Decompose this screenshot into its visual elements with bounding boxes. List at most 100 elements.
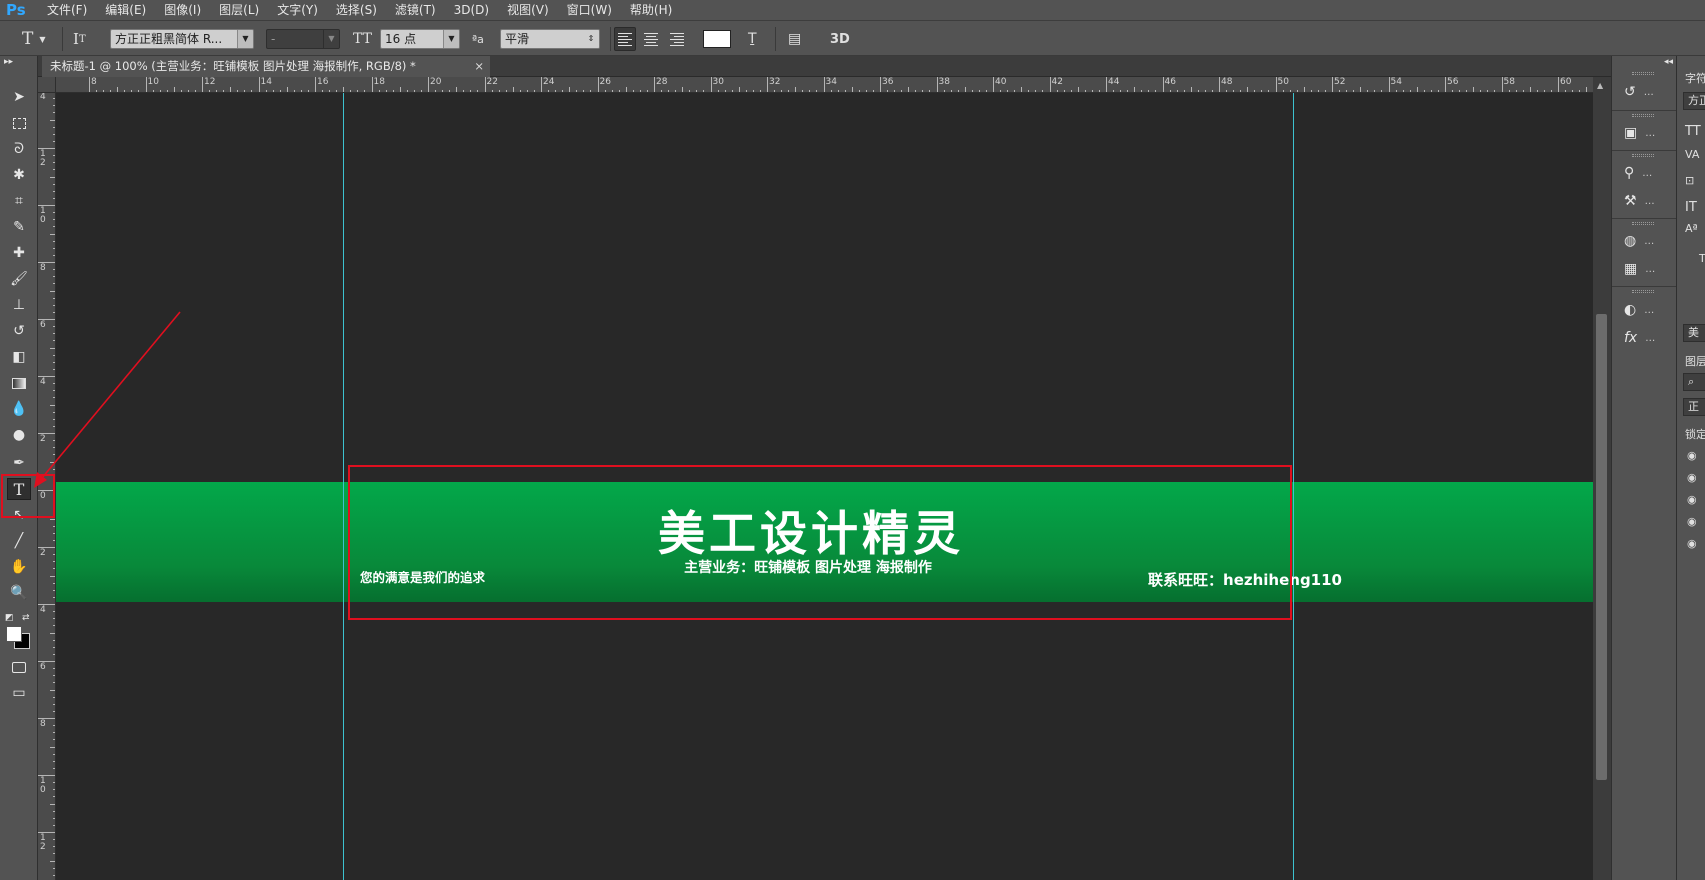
hand-tool-icon[interactable]: ✋ xyxy=(7,556,31,578)
panel-font-family-field[interactable]: 方正 xyxy=(1683,92,1705,110)
align-left-button[interactable] xyxy=(614,27,636,51)
menu-filter[interactable]: 滤镜(T) xyxy=(386,0,445,20)
toggle-text-orientation-icon[interactable]: IT xyxy=(73,29,86,49)
3d-button[interactable]: 3D xyxy=(830,29,850,49)
ruler-label: 10 xyxy=(40,206,46,225)
menu-view[interactable]: 视图(V) xyxy=(498,0,558,20)
ruler-tick xyxy=(38,547,55,548)
dock-grip[interactable] xyxy=(1632,114,1654,117)
close-icon[interactable]: × xyxy=(474,56,484,77)
guide-line[interactable] xyxy=(343,93,344,880)
ruler-tick xyxy=(1106,77,1107,92)
adjustments-panel-button[interactable]: ◐… xyxy=(1624,299,1672,321)
menu-help[interactable]: 帮助(H) xyxy=(621,0,681,20)
photoshop-logo: Ps xyxy=(6,1,26,19)
foreground-color-swatch[interactable] xyxy=(6,626,22,642)
swap-colors-icon[interactable]: ⇄ xyxy=(22,613,30,623)
magic-wand-tool-icon[interactable]: ✱ xyxy=(7,164,31,186)
gradient-tool-icon[interactable] xyxy=(7,372,31,394)
menu-type[interactable]: 文字(Y) xyxy=(268,0,327,20)
visibility-eye-icon[interactable]: ◉ xyxy=(1687,493,1697,506)
marquee-tool-icon[interactable] xyxy=(7,112,31,134)
properties-panel-button[interactable]: ▣… xyxy=(1624,122,1672,144)
tool-presets-panel-button[interactable]: ⚒… xyxy=(1624,190,1672,212)
font-family-select[interactable]: 方正正粗黑简体 R... ▼ xyxy=(110,29,254,49)
eyedropper-tool-icon[interactable]: ✎ xyxy=(7,216,31,238)
scroll-up-icon[interactable]: ▲ xyxy=(1597,81,1603,90)
ruler-tick xyxy=(202,77,203,92)
chevron-down-icon: ▼ xyxy=(237,30,253,48)
align-right-button[interactable] xyxy=(666,27,688,51)
move-tool-icon[interactable]: ➤ xyxy=(7,86,31,108)
horizontal-ruler[interactable]: 8 10 12 14 16 18 20 22 24 26 28 30 32 34 36 38 40 42 44 46 4… xyxy=(56,77,1593,93)
antialias-select[interactable]: 平滑 ⇕ xyxy=(500,29,600,49)
ruler-label: 28 xyxy=(656,77,668,87)
menu-image[interactable]: 图像(I) xyxy=(155,0,210,20)
layer-search-field[interactable]: ⌕ xyxy=(1683,373,1705,391)
dock-collapse-icon[interactable]: ◂◂ xyxy=(1664,57,1673,67)
history-panel-button[interactable]: ↺… xyxy=(1624,81,1672,103)
visibility-eye-icon[interactable]: ◉ xyxy=(1687,471,1697,484)
document-canvas[interactable]: 美工设计精灵 主营业务：旺铺模板 图片处理 海报制作 您的满意是我们的追求 联系… xyxy=(56,93,1593,880)
screen-mode-icon[interactable]: ▭ xyxy=(7,682,31,704)
pen-tool-icon[interactable]: ✒ xyxy=(7,452,31,474)
visibility-eye-icon[interactable]: ◉ xyxy=(1687,537,1697,550)
color-panel-button[interactable]: ◍… xyxy=(1624,230,1672,252)
warp-text-icon[interactable]: Ṯ xyxy=(748,29,757,49)
ruler-tick xyxy=(880,77,881,92)
menu-select[interactable]: 选择(S) xyxy=(327,0,386,20)
menu-layer[interactable]: 图层(L) xyxy=(210,0,268,20)
text-color-swatch[interactable] xyxy=(703,30,731,48)
character-panel-toggle-icon[interactable]: ▤ xyxy=(788,29,801,49)
swatches-panel-button[interactable]: ▦… xyxy=(1624,258,1672,280)
ruler-label: 32 xyxy=(769,77,781,87)
healing-brush-tool-icon[interactable]: ✚ xyxy=(7,242,31,264)
ruler-tick xyxy=(1049,77,1051,92)
type-tool-icon[interactable]: T xyxy=(7,478,31,500)
ruler-tick xyxy=(1501,77,1503,92)
styles-panel-button[interactable]: fx… xyxy=(1624,327,1672,349)
blend-mode-select[interactable]: 正 xyxy=(1683,398,1705,416)
quick-mask-icon[interactable] xyxy=(7,656,31,678)
zoom-tool-icon[interactable]: 🔍 xyxy=(7,582,31,604)
dock-grip[interactable] xyxy=(1632,290,1654,293)
type-tool-preset-icon[interactable]: T ▼ xyxy=(22,29,46,49)
vertical-ruler[interactable]: 4 12 10 8 6 4 2 0 2 4 6 8 10 12 xyxy=(38,93,56,880)
scrollbar-thumb[interactable] xyxy=(1596,314,1607,780)
guide-line[interactable] xyxy=(1293,93,1294,880)
font-size-select[interactable]: 16 点 ▼ xyxy=(380,29,460,49)
toolbox-collapse-icon[interactable]: ▸▸ xyxy=(4,57,13,67)
align-center-button[interactable] xyxy=(640,27,662,51)
document-tab[interactable]: 未标题-1 @ 100% (主营业务：旺铺模板 图片处理 海报制作, RGB/8… xyxy=(42,56,490,77)
ruler-label: 54 xyxy=(1390,77,1402,87)
brush-tool-icon[interactable]: 🖌 xyxy=(7,268,31,290)
ruler-tick xyxy=(654,77,655,92)
character-panel-tab[interactable]: 字符 xyxy=(1685,70,1705,86)
dock-grip[interactable] xyxy=(1632,72,1654,75)
history-brush-tool-icon[interactable]: ↺ xyxy=(7,320,31,342)
path-selection-tool-icon[interactable]: ↖ xyxy=(7,504,31,526)
crop-tool-icon[interactable]: ⌗ xyxy=(7,190,31,212)
palette-icon: ◍ xyxy=(1624,233,1637,249)
lasso-tool-icon[interactable]: ᘐ xyxy=(7,138,31,160)
dodge-tool-icon[interactable]: ● xyxy=(7,424,31,446)
default-colors-icon[interactable]: ◩ xyxy=(5,613,14,623)
layers-panel-tab[interactable]: 图层 xyxy=(1685,353,1705,369)
menu-file[interactable]: 文件(F) xyxy=(38,0,96,20)
font-style-select[interactable]: - ▼ xyxy=(266,29,340,49)
visibility-eye-icon[interactable]: ◉ xyxy=(1687,449,1697,462)
brush-presets-panel-button[interactable]: ⚲… xyxy=(1624,162,1672,184)
menu-window[interactable]: 窗口(W) xyxy=(558,0,621,20)
eraser-tool-icon[interactable]: ◧ xyxy=(7,346,31,368)
vertical-scrollbar[interactable]: ▲ xyxy=(1593,77,1611,880)
layer-name-field[interactable]: 美 xyxy=(1683,324,1705,342)
dock-grip[interactable] xyxy=(1632,222,1654,225)
dock-grip[interactable] xyxy=(1632,154,1654,157)
menu-3d[interactable]: 3D(D) xyxy=(445,0,498,20)
clone-stamp-tool-icon[interactable]: ⊥ xyxy=(7,294,31,316)
faux-style-icon[interactable]: T xyxy=(1699,252,1705,265)
visibility-eye-icon[interactable]: ◉ xyxy=(1687,515,1697,528)
blur-tool-icon[interactable]: 💧 xyxy=(7,398,31,420)
menu-edit[interactable]: 编辑(E) xyxy=(96,0,155,20)
line-tool-icon[interactable]: ╱ xyxy=(7,530,31,552)
